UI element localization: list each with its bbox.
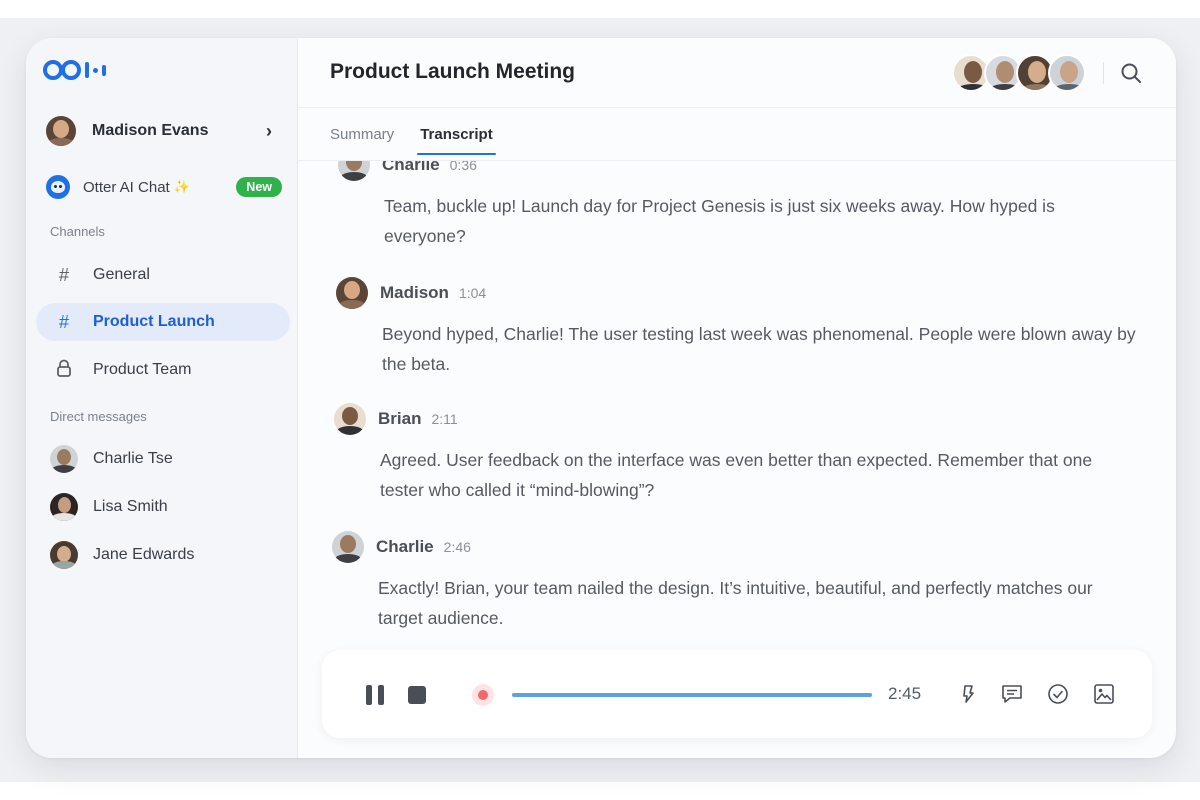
direct-messages-heading: Direct messages <box>50 409 147 424</box>
user-name: Madison Evans <box>92 122 209 139</box>
transcript-entry: Brian 2:11 Agreed. User feedback on the … <box>334 403 1134 505</box>
new-badge: New <box>236 177 282 197</box>
otter-logo[interactable] <box>43 60 106 80</box>
progress-bar[interactable] <box>512 693 872 697</box>
speaker-name: Brian <box>378 409 422 428</box>
pause-button[interactable] <box>366 685 384 705</box>
dm-label: Jane Edwards <box>93 546 195 563</box>
avatar <box>334 403 366 435</box>
tab-transcript[interactable]: Transcript <box>417 126 496 155</box>
speaker-name: Madison <box>380 283 449 302</box>
sidebar-item-label: Product Launch <box>93 313 215 330</box>
otter-ai-chat-item[interactable]: Otter AI Chat ✨ New <box>46 174 282 200</box>
sidebar-item-label: General <box>93 266 150 283</box>
transcript-list[interactable]: Charlie 0:36 Team, buckle up! Launch day… <box>298 161 1176 651</box>
sidebar-item-label: Product Team <box>93 361 192 378</box>
avatar <box>50 541 78 569</box>
app-window: Madison Evans › Otter AI Chat ✨ New Chan… <box>26 38 1176 758</box>
sparkle-icon: ✨ <box>173 179 190 194</box>
avatar <box>336 277 368 309</box>
dm-item-charlie-tse[interactable]: Charlie Tse <box>50 444 280 474</box>
meeting-header: Product Launch Meeting <box>298 38 1176 108</box>
sidebar-item-product-team[interactable]: Product Team <box>36 351 290 389</box>
dm-item-jane-edwards[interactable]: Jane Edwards <box>50 540 280 570</box>
otter-chat-icon <box>46 175 70 199</box>
page-title: Product Launch Meeting <box>330 60 576 83</box>
participant-avatars[interactable] <box>952 54 1086 92</box>
timestamp[interactable]: 2:11 <box>431 411 457 427</box>
avatar <box>332 531 364 563</box>
transcript-entry: Charlie 2:46 Exactly! Brian, your team n… <box>332 531 1132 633</box>
sidebar: Madison Evans › Otter AI Chat ✨ New Chan… <box>26 38 298 758</box>
transcript-text: Agreed. User feedback on the interface w… <box>380 450 1093 500</box>
dm-item-lisa-smith[interactable]: Lisa Smith <box>50 492 280 522</box>
transcript-text: Exactly! Brian, your team nailed the des… <box>378 578 1093 628</box>
progress-fill <box>512 693 872 697</box>
avatar <box>50 445 78 473</box>
stop-button[interactable] <box>408 686 426 704</box>
dm-label: Charlie Tse <box>93 450 173 467</box>
hash-icon: # <box>58 264 69 285</box>
timestamp[interactable]: 1:04 <box>459 285 486 301</box>
highlight-icon[interactable] <box>956 682 980 706</box>
playback-bar: 2:45 <box>322 650 1152 738</box>
dm-label: Lisa Smith <box>93 498 168 515</box>
recording-indicator-icon <box>472 684 494 706</box>
transcript-text: Beyond hyped, Charlie! The user testing … <box>382 324 1136 374</box>
tab-summary[interactable]: Summary <box>330 126 394 155</box>
transcript-entry: Charlie 0:36 Team, buckle up! Launch day… <box>338 161 1138 251</box>
hash-icon: # <box>58 311 69 332</box>
speaker-name: Charlie <box>382 161 440 174</box>
transcript-entry: Madison 1:04 Beyond hyped, Charlie! The … <box>336 277 1136 379</box>
timestamp[interactable]: 0:36 <box>450 161 477 173</box>
sidebar-item-general[interactable]: # General <box>36 256 290 294</box>
playback-time: 2:45 <box>888 684 922 703</box>
avatar <box>1048 54 1086 92</box>
screen-bottom-band <box>0 782 1200 800</box>
avatar <box>50 493 78 521</box>
comment-icon[interactable] <box>1000 682 1024 706</box>
sidebar-item-product-launch[interactable]: # Product Launch <box>36 303 290 341</box>
header-divider <box>1103 62 1104 84</box>
timestamp[interactable]: 2:46 <box>444 539 471 555</box>
lock-icon <box>54 359 74 382</box>
user-profile-row[interactable]: Madison Evans › <box>46 116 272 146</box>
transcript-text: Team, buckle up! Launch day for Project … <box>384 196 1055 246</box>
check-circle-icon[interactable] <box>1046 682 1070 706</box>
main-panel: Product Launch Meeting Summary Transcrip… <box>298 38 1176 758</box>
search-icon[interactable] <box>1120 62 1142 84</box>
chevron-right-icon: › <box>266 120 272 141</box>
otter-ai-chat-label: Otter AI Chat <box>83 178 170 196</box>
image-icon[interactable] <box>1092 682 1116 706</box>
channels-heading: Channels <box>50 224 105 239</box>
speaker-name: Charlie <box>376 537 434 556</box>
tab-bar: Summary Transcript <box>330 126 496 155</box>
avatar <box>338 161 370 181</box>
screen-top-band <box>0 0 1200 18</box>
avatar <box>46 116 76 146</box>
